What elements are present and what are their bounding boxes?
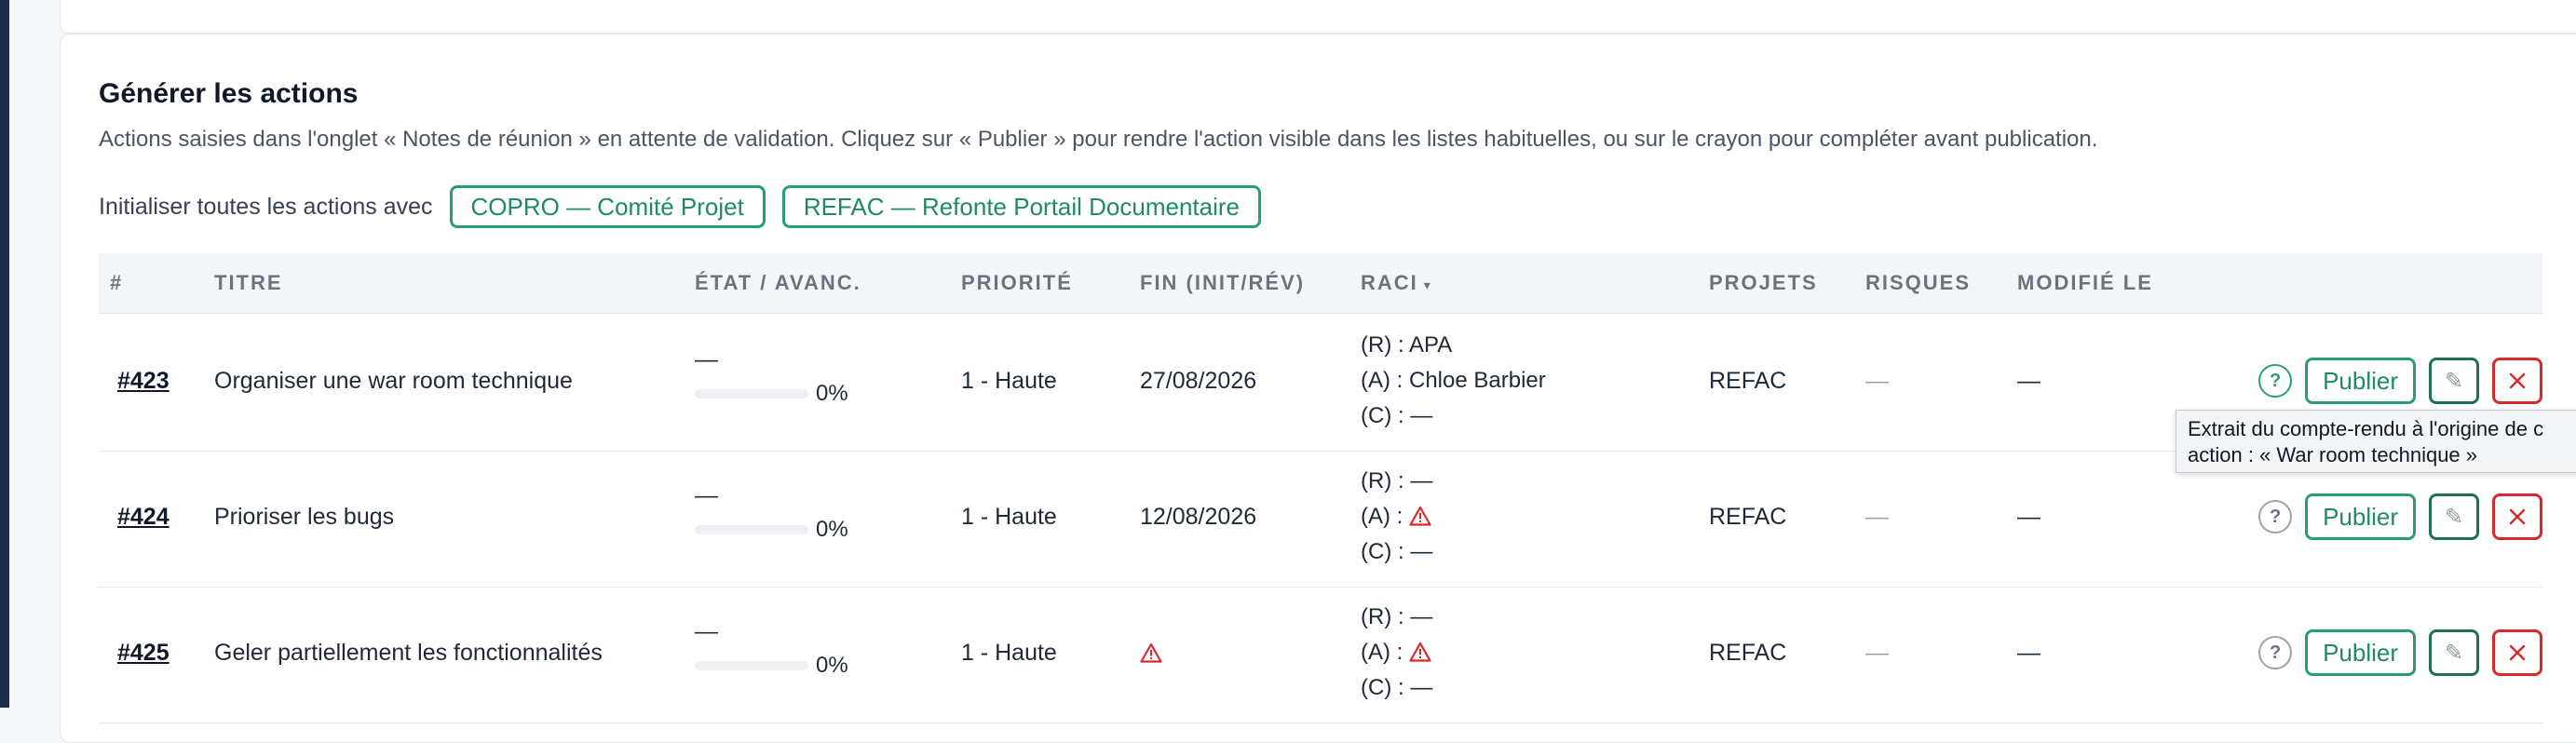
- delete-x-icon[interactable]: [2492, 358, 2542, 404]
- end-date-value: 27/08/2026: [1140, 368, 1257, 394]
- warning-triangle-icon: [1140, 642, 1162, 663]
- edit-pencil-icon[interactable]: ✎: [2429, 629, 2479, 676]
- previous-section-card: [60, 0, 2576, 34]
- table-row: #425 Geler partiellement les fonctionnali…: [99, 587, 2542, 723]
- state-value: —: [695, 618, 718, 644]
- tooltip-line-1: Extrait du compte-rendu à l'origine de c: [2188, 417, 2544, 440]
- raci-a: (A) :: [1361, 635, 1432, 670]
- end-date: 27/08/2026: [1140, 368, 1256, 395]
- edit-pencil-icon[interactable]: ✎: [2429, 493, 2479, 540]
- modified-value: —: [2017, 368, 2040, 394]
- end-date: [1140, 640, 1162, 667]
- progress-label: 0%: [816, 381, 848, 406]
- state-value: —: [695, 346, 718, 372]
- raci-c: (C) : —: [1361, 539, 1433, 564]
- progress-bar: [695, 661, 808, 670]
- action-title: Organiser une war room technique: [214, 368, 573, 394]
- col-projects[interactable]: PROJETS: [1709, 253, 1818, 313]
- app-left-rail: [0, 0, 9, 708]
- col-risks[interactable]: RISQUES: [1865, 253, 1971, 313]
- init-copro-button[interactable]: COPRO — Comité Projet: [449, 185, 766, 228]
- priority-value: 1 - Haute: [961, 504, 1057, 530]
- raci-a: (A) : Chloe Barbier: [1361, 363, 1546, 399]
- progress-label: 0%: [816, 517, 848, 542]
- col-title[interactable]: TITRE: [214, 253, 283, 313]
- col-raci-label: RACI: [1361, 271, 1418, 294]
- help-icon[interactable]: ?: [2258, 636, 2293, 669]
- table-header: # TITRE ÉTAT / AVANC. PRIORITÉ FIN (INIT…: [99, 253, 2542, 314]
- tooltip-line-2: action : « War room technique »: [2188, 443, 2478, 466]
- init-refac-button[interactable]: REFAC — Refonte Portail Documentaire: [781, 185, 1262, 228]
- delete-x-icon[interactable]: [2492, 493, 2542, 540]
- state-progress: — 0%: [695, 618, 848, 679]
- raci-r: (R) : APA: [1361, 332, 1453, 358]
- publish-button[interactable]: Publier: [2305, 358, 2416, 404]
- delete-x-icon[interactable]: [2492, 629, 2542, 676]
- project-value: REFAC: [1709, 368, 1787, 394]
- row-actions: ? Publier ✎: [2258, 358, 2542, 404]
- warning-triangle-icon: [1409, 506, 1431, 526]
- section-title: Générer les actions: [99, 78, 359, 109]
- raci-block: (R) : — (A) : (C) : —: [1361, 600, 1432, 706]
- modified-value: —: [2017, 640, 2040, 666]
- col-end[interactable]: FIN (INIT/RÉV): [1140, 253, 1305, 313]
- edit-pencil-icon[interactable]: ✎: [2429, 358, 2479, 404]
- raci-a-text: (A) :: [1361, 640, 1403, 665]
- help-icon[interactable]: ?: [2258, 500, 2293, 534]
- end-date: 12/08/2026: [1140, 504, 1256, 531]
- raci-r: (R) : —: [1361, 468, 1433, 493]
- progress-bar: [695, 389, 808, 399]
- risks-value: —: [1865, 504, 1889, 530]
- priority-value: 1 - Haute: [961, 368, 1057, 394]
- col-id: #: [110, 271, 124, 294]
- raci-c: (C) : —: [1361, 403, 1433, 428]
- action-title: Geler partiellement les fonctionnalités: [214, 640, 603, 666]
- col-modified[interactable]: MODIFIÉ LE: [2017, 253, 2153, 313]
- state-progress: — 0%: [695, 482, 848, 543]
- row-actions: ? Publier ✎: [2258, 629, 2542, 676]
- raci-a-text: (A) : Chloe Barbier: [1361, 368, 1546, 393]
- progress-bar: [695, 525, 808, 534]
- raci-r: (R) : —: [1361, 604, 1433, 629]
- project-value: REFAC: [1709, 640, 1787, 666]
- raci-a: (A) :: [1361, 499, 1432, 534]
- action-id-link[interactable]: #425: [117, 640, 169, 667]
- action-id-link[interactable]: #423: [117, 368, 169, 395]
- help-icon[interactable]: ?: [2258, 364, 2293, 398]
- raci-block: (R) : APA (A) : Chloe Barbier (C) : —: [1361, 328, 1546, 434]
- publish-button[interactable]: Publier: [2305, 493, 2416, 540]
- raci-block: (R) : — (A) : (C) : —: [1361, 464, 1432, 570]
- state-value: —: [695, 482, 718, 508]
- state-progress: — 0%: [695, 346, 848, 407]
- init-label: Initialiser toutes les actions avec: [99, 193, 433, 220]
- source-excerpt-tooltip: Extrait du compte-rendu à l'origine de c…: [2176, 410, 2576, 473]
- progress-label: 0%: [816, 653, 848, 678]
- row-actions: ? Publier ✎: [2258, 493, 2542, 540]
- section-description: Actions saisies dans l'onglet « Notes de…: [99, 127, 2098, 152]
- project-value: REFAC: [1709, 504, 1787, 530]
- risks-value: —: [1865, 368, 1889, 394]
- raci-a-text: (A) :: [1361, 504, 1403, 529]
- priority-value: 1 - Haute: [961, 640, 1057, 666]
- modified-value: —: [2017, 504, 2040, 530]
- col-raci[interactable]: RACI ▾: [1361, 253, 1432, 313]
- end-date-value: 12/08/2026: [1140, 504, 1257, 530]
- col-state[interactable]: ÉTAT / AVANC.: [695, 253, 861, 313]
- publish-button[interactable]: Publier: [2305, 629, 2416, 676]
- warning-triangle-icon: [1409, 642, 1431, 662]
- action-title: Prioriser les bugs: [214, 504, 395, 530]
- sort-caret-down-icon: ▾: [1423, 277, 1432, 292]
- col-priority[interactable]: PRIORITÉ: [961, 253, 1073, 313]
- raci-c: (C) : —: [1361, 675, 1433, 700]
- risks-value: —: [1865, 640, 1889, 666]
- action-id-link[interactable]: #424: [117, 504, 169, 531]
- init-actions-row: Initialiser toutes les actions avec COPR…: [99, 182, 1262, 231]
